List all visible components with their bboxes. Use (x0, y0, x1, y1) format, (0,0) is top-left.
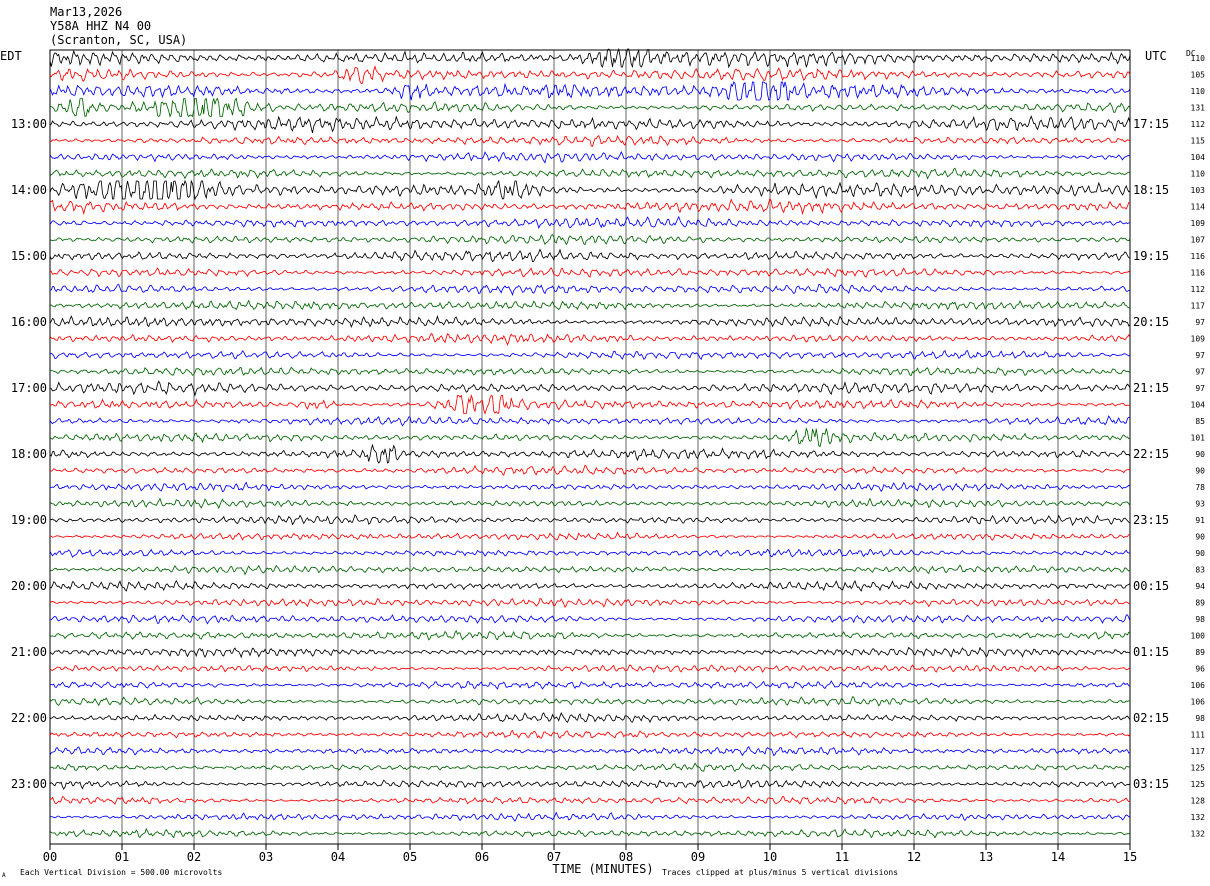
right-hour-label: 22:15 (1133, 447, 1169, 461)
x-axis-title: TIME (MINUTES) (552, 862, 653, 876)
dc-offset-label: 101 (1191, 434, 1206, 443)
dc-offset-label: 104 (1191, 401, 1206, 410)
dc-offset-label: 91 (1195, 516, 1205, 525)
footer-clip-note: Traces clipped at plus/minus 5 vertical … (662, 868, 898, 877)
dc-offset-label: 94 (1195, 582, 1205, 591)
right-hour-label: 21:15 (1133, 381, 1169, 395)
left-hour-label: 14:00 (11, 183, 47, 197)
dc-offset-label: 132 (1191, 813, 1206, 822)
dc-offset-label: 116 (1191, 269, 1206, 278)
right-hour-label: 19:15 (1133, 249, 1169, 263)
dc-offset-label: 90 (1195, 533, 1205, 542)
dc-offset-label: 114 (1191, 203, 1206, 212)
dc-offset-label: 117 (1191, 302, 1206, 311)
dc-offset-label: 128 (1191, 797, 1206, 806)
dc-offset-label: 110 (1191, 87, 1206, 96)
x-tick-label: 13 (979, 850, 993, 864)
x-tick-label: 09 (691, 850, 705, 864)
dc-offset-label: 105 (1191, 71, 1206, 80)
x-tick-label: 00 (43, 850, 57, 864)
right-hour-label: 03:15 (1133, 777, 1169, 791)
dc-offset-label: 98 (1195, 615, 1205, 624)
x-tick-label: 01 (115, 850, 129, 864)
x-tick-label: 12 (907, 850, 921, 864)
dc-offset-label: 109 (1191, 219, 1206, 228)
dc-offset-label: 90 (1195, 450, 1205, 459)
x-tick-label: 02 (187, 850, 201, 864)
x-tick-label: 04 (331, 850, 345, 864)
left-hour-label: 19:00 (11, 513, 47, 527)
dc-offset-label: 93 (1195, 500, 1205, 509)
chart-background (0, 0, 1210, 886)
dc-offset-label: 107 (1191, 236, 1206, 245)
left-hour-label: 23:00 (11, 777, 47, 791)
left-timezone-label: EDT (0, 49, 22, 63)
dc-offset-label: 83 (1195, 566, 1205, 575)
right-hour-label: 23:15 (1133, 513, 1169, 527)
x-tick-label: 10 (763, 850, 777, 864)
right-hour-label: 02:15 (1133, 711, 1169, 725)
dc-offset-label: 97 (1195, 368, 1205, 377)
left-hour-label: 22:00 (11, 711, 47, 725)
dc-offset-label: 125 (1191, 780, 1206, 789)
left-hour-label: 15:00 (11, 249, 47, 263)
header-station: Y58A HHZ N4 00 (50, 19, 151, 33)
x-tick-label: 06 (475, 850, 489, 864)
left-hour-label: 16:00 (11, 315, 47, 329)
x-tick-label: 05 (403, 850, 417, 864)
x-tick-label: 15 (1123, 850, 1137, 864)
helicorder-chart: Mar13,2026 Y58A HHZ N4 00 (Scranton, SC,… (0, 0, 1210, 886)
left-hour-label: 20:00 (11, 579, 47, 593)
dc-offset-label: 117 (1191, 747, 1206, 756)
dc-offset-label: 125 (1191, 764, 1206, 773)
dc-offset-label: 85 (1195, 417, 1205, 426)
left-hour-label: 21:00 (11, 645, 47, 659)
dc-offset-label: 110 (1191, 54, 1206, 63)
dc-offset-label: 100 (1191, 632, 1206, 641)
dc-offset-label: 103 (1191, 186, 1206, 195)
right-hour-label: 17:15 (1133, 117, 1169, 131)
dc-offset-label: 89 (1195, 599, 1205, 608)
x-tick-label: 11 (835, 850, 849, 864)
dc-offset-label: 112 (1191, 285, 1206, 294)
dc-offset-label: 131 (1191, 104, 1206, 113)
dc-offset-label: 96 (1195, 665, 1205, 674)
dc-offset-label: 89 (1195, 648, 1205, 657)
right-timezone-label: UTC (1145, 49, 1167, 63)
header-location: (Scranton, SC, USA) (50, 33, 187, 47)
x-tick-label: 14 (1051, 850, 1065, 864)
dc-offset-label: 106 (1191, 698, 1206, 707)
dc-offset-label: 97 (1195, 384, 1205, 393)
dc-offset-label: 110 (1191, 170, 1206, 179)
dc-offset-label: 106 (1191, 681, 1206, 690)
left-hour-label: 13:00 (11, 117, 47, 131)
right-hour-label: 20:15 (1133, 315, 1169, 329)
left-hour-label: 18:00 (11, 447, 47, 461)
x-tick-label: 03 (259, 850, 273, 864)
dc-offset-label: 116 (1191, 252, 1206, 261)
left-hour-label: 17:00 (11, 381, 47, 395)
dc-offset-label: 97 (1195, 351, 1205, 360)
right-hour-label: 01:15 (1133, 645, 1169, 659)
right-hour-label: 00:15 (1133, 579, 1169, 593)
dc-offset-label: 112 (1191, 120, 1206, 129)
dc-offset-label: 97 (1195, 318, 1205, 327)
dc-offset-label: 90 (1195, 549, 1205, 558)
dc-offset-label: 111 (1191, 731, 1206, 740)
footer-mark: A (2, 872, 6, 879)
header-date: Mar13,2026 (50, 5, 122, 19)
dc-offset-label: 132 (1191, 830, 1206, 839)
dc-offset-label: 90 (1195, 467, 1205, 476)
right-hour-label: 18:15 (1133, 183, 1169, 197)
footer-scale-note: Each Vertical Division = 500.00 microvol… (20, 868, 222, 877)
dc-offset-label: 78 (1195, 483, 1205, 492)
dc-offset-label: 109 (1191, 335, 1206, 344)
dc-offset-label: 104 (1191, 153, 1206, 162)
dc-offset-label: 98 (1195, 714, 1205, 723)
dc-offset-label: 115 (1191, 137, 1206, 146)
